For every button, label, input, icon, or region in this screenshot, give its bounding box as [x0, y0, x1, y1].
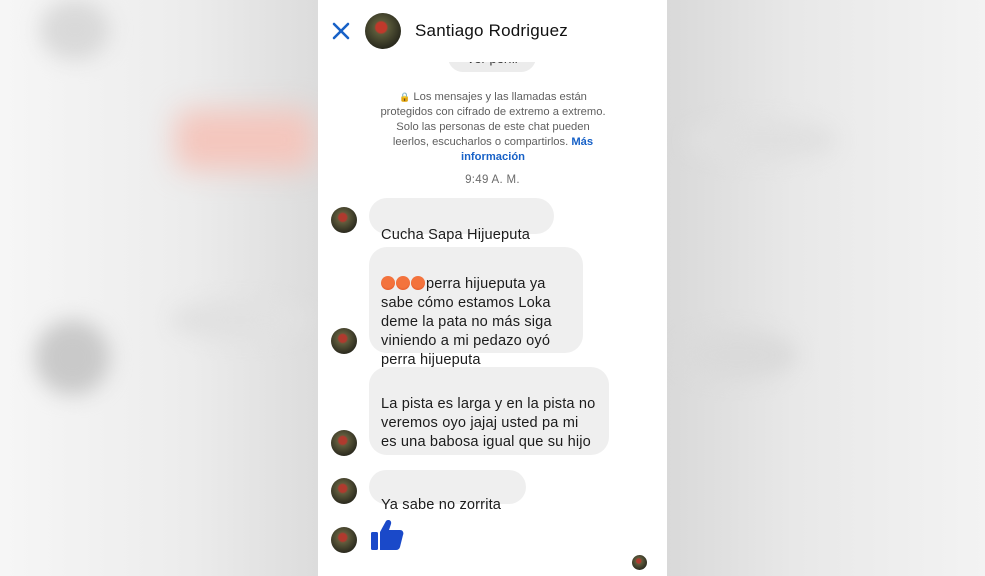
encryption-notice: 🔒 Los mensajes y las llamadas están prot…	[378, 90, 608, 165]
blurred-background-left	[0, 0, 318, 576]
message-bubble[interactable]: Cucha Sapa Hijueputa	[369, 198, 554, 243]
message-bubble[interactable]: La pista es larga y en la pista no verem…	[369, 367, 609, 455]
angry-face-emoji	[381, 276, 426, 292]
thumbs-up-icon[interactable]	[369, 517, 405, 553]
close-icon[interactable]	[330, 20, 352, 42]
message-timestamp: 9:49 A. M.	[465, 174, 520, 186]
sender-avatar[interactable]	[331, 430, 357, 456]
message-text: Cucha Sapa Hijueputa	[381, 227, 531, 243]
sender-avatar[interactable]	[331, 207, 357, 233]
contact-avatar[interactable]	[365, 13, 401, 49]
chat-header: Santiago Rodriguez	[318, 0, 667, 62]
sender-avatar[interactable]	[331, 527, 357, 553]
seen-indicator-avatar	[632, 555, 647, 570]
message-text: Ya sabe no zorrita	[381, 497, 502, 513]
contact-name[interactable]: Santiago Rodriguez	[415, 21, 568, 41]
message-text: La pista es larga y en la pista no verem…	[381, 396, 596, 450]
message-bubble[interactable]: perra hijueputa ya sabe cómo estamos Lok…	[369, 247, 583, 368]
chat-screen: Santiago Rodriguez Ver perfil 🔒 Los mens…	[318, 0, 667, 576]
sender-avatar[interactable]	[331, 478, 357, 504]
blurred-background-right	[667, 0, 985, 576]
message-bubble[interactable]: Ya sabe no zorrita	[369, 470, 526, 513]
lock-icon: 🔒	[399, 92, 411, 102]
sender-avatar[interactable]	[331, 328, 357, 354]
